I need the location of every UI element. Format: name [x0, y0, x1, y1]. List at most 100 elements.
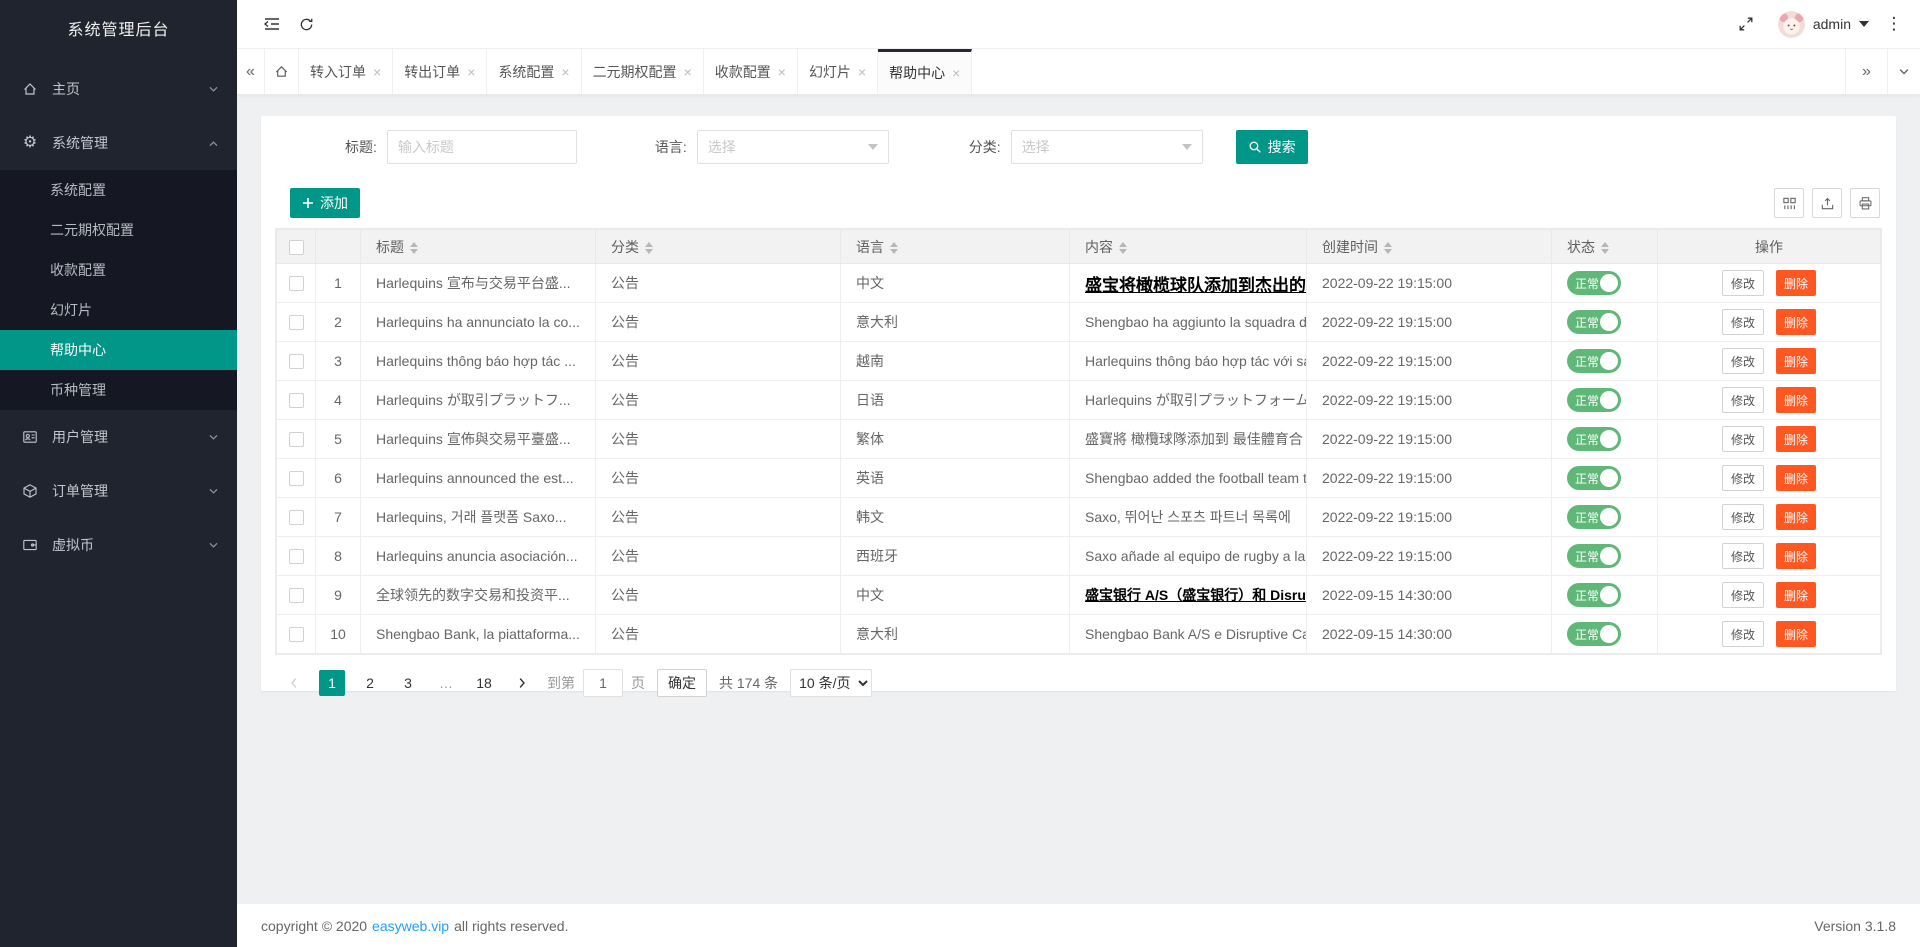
status-toggle[interactable]: 正常: [1567, 271, 1621, 295]
sidebar-subitem-binary-options-config[interactable]: 二元期权配置: [0, 210, 237, 250]
sort-icon[interactable]: [1119, 242, 1127, 254]
tab-payment-config[interactable]: 收款配置×: [704, 49, 798, 94]
row-checkbox[interactable]: [289, 315, 304, 330]
row-checkbox[interactable]: [289, 588, 304, 603]
sidebar-subitem-currency-management[interactable]: 币种管理: [0, 370, 237, 410]
page-button[interactable]: 18: [471, 670, 497, 696]
sidebar-subitem-slides[interactable]: 幻灯片: [0, 290, 237, 330]
row-checkbox[interactable]: [289, 510, 304, 525]
sidebar-item-home[interactable]: 主页: [0, 62, 237, 116]
category-filter-select[interactable]: 选择: [1011, 130, 1203, 164]
status-toggle[interactable]: 正常: [1567, 466, 1621, 490]
easyweb-link[interactable]: easyweb.vip: [372, 918, 449, 934]
delete-button[interactable]: 删除: [1776, 387, 1816, 413]
edit-button[interactable]: 修改: [1722, 582, 1764, 608]
sidebar-subitem-payment-config[interactable]: 收款配置: [0, 250, 237, 290]
add-button[interactable]: 添加: [290, 188, 360, 218]
sidebar-subitem-help-center[interactable]: 帮助中心: [0, 330, 237, 370]
delete-button[interactable]: 删除: [1776, 270, 1816, 296]
page-size-select[interactable]: 10 条/页: [790, 669, 872, 697]
tab-slides[interactable]: 幻灯片×: [798, 49, 878, 94]
sidebar-item-order-management[interactable]: 订单管理: [0, 464, 237, 518]
delete-button[interactable]: 删除: [1776, 465, 1816, 491]
cell-title: Harlequins 宣佈與交易平臺盛...: [361, 420, 596, 459]
next-page-button[interactable]: [509, 670, 535, 696]
sort-icon[interactable]: [1601, 242, 1609, 254]
status-toggle[interactable]: 正常: [1567, 310, 1621, 334]
status-toggle[interactable]: 正常: [1567, 544, 1621, 568]
close-icon[interactable]: ×: [858, 64, 866, 80]
sort-icon[interactable]: [645, 242, 653, 254]
fullscreen-icon[interactable]: [1729, 7, 1763, 41]
row-checkbox[interactable]: [289, 627, 304, 642]
close-icon[interactable]: ×: [467, 64, 475, 80]
sort-icon[interactable]: [410, 242, 418, 254]
row-checkbox[interactable]: [289, 471, 304, 486]
title-filter-input[interactable]: [387, 130, 577, 164]
status-toggle[interactable]: 正常: [1567, 427, 1621, 451]
page-button[interactable]: 2: [357, 670, 383, 696]
delete-button[interactable]: 删除: [1776, 582, 1816, 608]
edit-button[interactable]: 修改: [1722, 348, 1764, 374]
tab-transfer-in-orders[interactable]: 转入订单×: [299, 49, 393, 94]
tab-transfer-out-orders[interactable]: 转出订单×: [393, 49, 487, 94]
status-toggle[interactable]: 正常: [1567, 583, 1621, 607]
search-button[interactable]: 搜索: [1236, 130, 1308, 164]
sort-icon[interactable]: [1384, 242, 1392, 254]
status-toggle[interactable]: 正常: [1567, 622, 1621, 646]
user-menu[interactable]: admin: [1778, 11, 1869, 38]
sort-icon[interactable]: [890, 242, 898, 254]
delete-button[interactable]: 删除: [1776, 543, 1816, 569]
status-toggle[interactable]: 正常: [1567, 388, 1621, 412]
sidebar-subitem-system-config[interactable]: 系统配置: [0, 170, 237, 210]
edit-button[interactable]: 修改: [1722, 465, 1764, 491]
tabs-scroll-left-button[interactable]: «: [237, 49, 265, 94]
delete-button[interactable]: 删除: [1776, 426, 1816, 452]
select-all-checkbox[interactable]: [289, 240, 304, 255]
delete-button[interactable]: 删除: [1776, 309, 1816, 335]
more-vertical-icon[interactable]: ⋮: [1884, 14, 1904, 34]
jump-page-input[interactable]: [583, 669, 623, 697]
edit-button[interactable]: 修改: [1722, 504, 1764, 530]
row-checkbox[interactable]: [289, 432, 304, 447]
delete-button[interactable]: 删除: [1776, 621, 1816, 647]
refresh-icon[interactable]: [289, 7, 323, 41]
tabs-scroll-right-button[interactable]: »: [1845, 49, 1887, 94]
row-checkbox[interactable]: [289, 354, 304, 369]
prev-page-button[interactable]: [281, 670, 307, 696]
sidebar-item-system-management[interactable]: ⚙ 系统管理: [0, 116, 237, 170]
row-checkbox[interactable]: [289, 276, 304, 291]
page-button[interactable]: 1: [319, 670, 345, 696]
sidebar-item-user-management[interactable]: 用户管理: [0, 410, 237, 464]
close-icon[interactable]: ×: [952, 65, 960, 81]
sidebar-item-virtual-coin[interactable]: 虚拟币: [0, 518, 237, 572]
language-filter-select[interactable]: 选择: [697, 130, 889, 164]
close-icon[interactable]: ×: [778, 64, 786, 80]
row-checkbox[interactable]: [289, 549, 304, 564]
delete-button[interactable]: 删除: [1776, 348, 1816, 374]
print-button[interactable]: [1850, 188, 1880, 218]
page-button[interactable]: 3: [395, 670, 421, 696]
tabs-menu-button[interactable]: [1887, 49, 1920, 94]
tab-help-center[interactable]: 帮助中心×: [878, 49, 972, 94]
delete-button[interactable]: 删除: [1776, 504, 1816, 530]
close-icon[interactable]: ×: [684, 64, 692, 80]
edit-button[interactable]: 修改: [1722, 270, 1764, 296]
close-icon[interactable]: ×: [373, 64, 381, 80]
export-button[interactable]: [1812, 188, 1842, 218]
filter-columns-button[interactable]: [1774, 188, 1804, 218]
edit-button[interactable]: 修改: [1722, 387, 1764, 413]
edit-button[interactable]: 修改: [1722, 309, 1764, 335]
sidebar-collapse-button[interactable]: [255, 7, 289, 41]
edit-button[interactable]: 修改: [1722, 621, 1764, 647]
tab-system-config[interactable]: 系统配置×: [487, 49, 581, 94]
edit-button[interactable]: 修改: [1722, 426, 1764, 452]
status-toggle[interactable]: 正常: [1567, 349, 1621, 373]
tab-binary-options-config[interactable]: 二元期权配置×: [582, 49, 704, 94]
status-toggle[interactable]: 正常: [1567, 505, 1621, 529]
home-tab[interactable]: [265, 49, 299, 94]
confirm-button[interactable]: 确定: [657, 669, 707, 697]
row-checkbox[interactable]: [289, 393, 304, 408]
edit-button[interactable]: 修改: [1722, 543, 1764, 569]
close-icon[interactable]: ×: [561, 64, 569, 80]
